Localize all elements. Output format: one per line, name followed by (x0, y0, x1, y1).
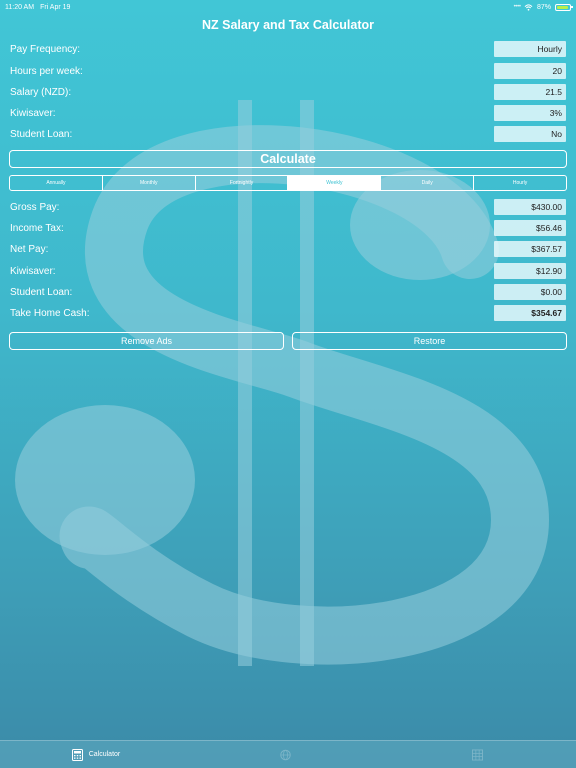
hours-per-week-field[interactable]: 20 (494, 63, 566, 79)
kiwisaver-row: Kiwisaver: 3% (10, 105, 566, 121)
segment-daily[interactable]: Daily (381, 176, 475, 190)
pay-frequency-row: Pay Frequency: Hourly (10, 41, 566, 57)
net-pay-value: $367.57 (494, 241, 566, 257)
pay-frequency-label: Pay Frequency: (10, 43, 81, 55)
hours-per-week-label: Hours per week: (10, 65, 83, 77)
gross-pay-row: Gross Pay: $430.00 (10, 199, 566, 215)
tab-calculator[interactable]: Calculator (0, 741, 192, 768)
student-loan-result-label: Student Loan: (10, 286, 73, 298)
globe-icon (279, 749, 291, 760)
salary-label: Salary (NZD): (10, 86, 72, 98)
cellular-signal-icon: • • • • (513, 4, 521, 10)
net-pay-row: Net Pay: $367.57 (10, 241, 566, 257)
battery-icon (555, 3, 573, 11)
take-home-cash-value: $354.67 (494, 305, 566, 321)
battery-percentage: 87% (536, 3, 551, 11)
income-tax-label: Income Tax: (10, 222, 64, 234)
tab-bar: Calculator (0, 740, 576, 768)
wifi-icon (524, 3, 533, 11)
calculator-icon (71, 748, 83, 761)
tab-grid[interactable] (384, 741, 576, 768)
salary-row: Salary (NZD): 21.5 (10, 84, 566, 100)
net-pay-label: Net Pay: (10, 243, 49, 255)
segment-hourly[interactable]: Hourly (474, 176, 566, 190)
kiwisaver-result-value: $12.90 (494, 263, 566, 279)
kiwisaver-label: Kiwisaver: (10, 107, 56, 119)
kiwisaver-field[interactable]: 3% (494, 105, 566, 121)
student-loan-result-row: Student Loan: $0.00 (10, 284, 566, 300)
kiwisaver-result-label: Kiwisaver: (10, 265, 56, 277)
tab-globe[interactable] (192, 741, 384, 768)
kiwisaver-result-row: Kiwisaver: $12.90 (10, 263, 566, 279)
restore-button[interactable]: Restore (292, 332, 567, 350)
segment-weekly[interactable]: Weekly (288, 176, 382, 190)
gross-pay-label: Gross Pay: (10, 201, 60, 213)
take-home-cash-label: Take Home Cash: (10, 307, 90, 319)
student-loan-result-value: $0.00 (494, 284, 566, 300)
pay-frequency-field[interactable]: Hourly (494, 41, 566, 57)
income-tax-value: $56.46 (494, 220, 566, 236)
grid-icon (471, 749, 483, 760)
segment-fortnightly[interactable]: Fortnightly (196, 176, 289, 190)
hours-per-week-row: Hours per week: 20 (10, 63, 566, 79)
tab-calculator-label: Calculator (88, 751, 121, 758)
segment-monthly[interactable]: Monthly (103, 176, 196, 190)
student-loan-row: Student Loan: No (10, 126, 566, 142)
status-bar: 11:20 AM Fri Apr 19 • • • • 87% (0, 0, 576, 14)
status-date: Fri Apr 19 (40, 3, 71, 11)
remove-ads-button[interactable]: Remove Ads (9, 332, 284, 350)
gross-pay-value: $430.00 (494, 199, 566, 215)
salary-field[interactable]: 21.5 (494, 84, 566, 100)
app-title: NZ Salary and Tax Calculator (201, 18, 375, 32)
income-tax-row: Income Tax: $56.46 (10, 220, 566, 236)
calculate-button[interactable]: Calculate (9, 150, 567, 168)
student-loan-label: Student Loan: (10, 128, 73, 140)
segment-annually[interactable]: Annually (10, 176, 103, 190)
student-loan-field[interactable]: No (494, 126, 566, 142)
status-time: 11:20 AM (5, 3, 35, 11)
take-home-cash-row: Take Home Cash: $354.67 (10, 305, 566, 321)
period-selector: Annually Monthly Fortnightly Weekly Dail… (9, 175, 567, 191)
